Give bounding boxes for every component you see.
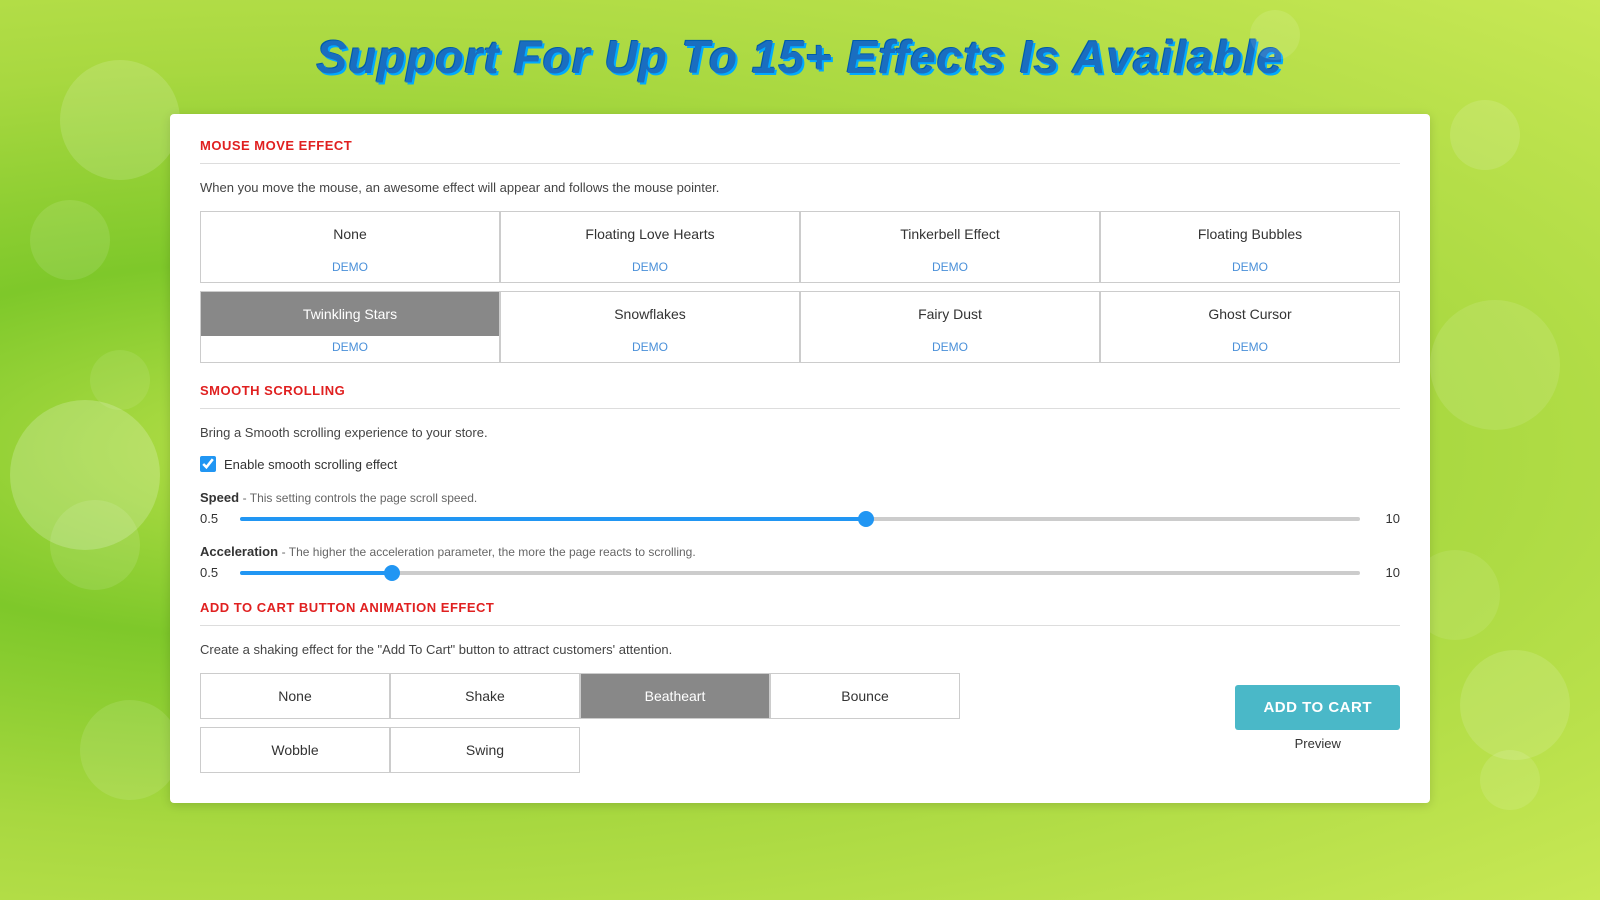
effect-cell-snowflakes: Snowflakes DEMO [500,291,800,363]
cart-section: ADD TO CART BUTTON ANIMATION EFFECT Crea… [200,600,1400,773]
mouse-divider [200,163,1400,164]
accel-slider-row: 0.5 10 [200,565,1400,580]
cart-cell-beatheart: Beatheart [580,673,770,719]
mouse-section-title: MOUSE MOVE EFFECT [200,138,1400,153]
preview-label: Preview [1235,736,1400,751]
mouse-effects-row2: Twinkling Stars DEMO Snowflakes DEMO Fai… [200,291,1400,363]
effect-demo-tinkerbell[interactable]: DEMO [932,256,968,282]
add-to-cart-button[interactable]: ADD TO CART [1235,685,1400,730]
speed-min: 0.5 [200,511,228,526]
effect-btn-ghost-cursor[interactable]: Ghost Cursor [1101,292,1399,336]
accel-label-bold: Acceleration [200,544,278,559]
page-title: Support For Up To 15+ Effects Is Availab… [0,30,1600,84]
accel-max: 10 [1372,565,1400,580]
effect-btn-floating-bubbles[interactable]: Floating Bubbles [1101,212,1399,256]
effect-cell-tinkerbell: Tinkerbell Effect DEMO [800,211,1100,283]
cart-cell-shake: Shake [390,673,580,719]
main-panel: MOUSE MOVE EFFECT When you move the mous… [170,114,1430,803]
cart-section-title: ADD TO CART BUTTON ANIMATION EFFECT [200,600,1400,615]
accel-slider[interactable] [240,571,1360,575]
speed-label-bold: Speed [200,490,239,505]
effect-btn-snowflakes[interactable]: Snowflakes [501,292,799,336]
cart-buttons-area: None Shake Beatheart Bounce Wobble [200,673,1400,773]
cart-effects-row2: Wobble Swing [200,727,1195,773]
speed-slider[interactable] [240,517,1360,521]
speed-max: 10 [1372,511,1400,526]
effect-cell-fairy-dust: Fairy Dust DEMO [800,291,1100,363]
enable-smooth-row: Enable smooth scrolling effect [200,456,1400,472]
cart-cell-bounce: Bounce [770,673,960,719]
accel-min: 0.5 [200,565,228,580]
enable-smooth-label[interactable]: Enable smooth scrolling effect [224,457,397,472]
enable-smooth-checkbox[interactable] [200,456,216,472]
effect-cell-floating-bubbles: Floating Bubbles DEMO [1100,211,1400,283]
accel-slider-group: Acceleration - The higher the accelerati… [200,544,1400,580]
effect-demo-twinkling-stars[interactable]: DEMO [332,336,368,362]
effect-btn-floating-love-hearts[interactable]: Floating Love Hearts [501,212,799,256]
effect-demo-none[interactable]: DEMO [332,256,368,282]
effect-demo-ghost-cursor[interactable]: DEMO [1232,336,1268,362]
cart-effects-row1: None Shake Beatheart Bounce [200,673,1195,719]
cart-cell-wobble: Wobble [200,727,390,773]
accel-label: Acceleration - The higher the accelerati… [200,544,1400,559]
cart-cell-none: None [200,673,390,719]
cart-options: None Shake Beatheart Bounce Wobble [200,673,1195,773]
mouse-section-desc: When you move the mouse, an awesome effe… [200,180,1400,195]
page-header: Support For Up To 15+ Effects Is Availab… [0,0,1600,104]
cart-cell-swing: Swing [390,727,580,773]
cart-divider [200,625,1400,626]
cart-btn-none[interactable]: None [201,674,389,718]
effect-btn-twinkling-stars[interactable]: Twinkling Stars [201,292,499,336]
speed-label-desc: - This setting controls the page scroll … [243,491,478,505]
effect-cell-ghost-cursor: Ghost Cursor DEMO [1100,291,1400,363]
smooth-section-desc: Bring a Smooth scrolling experience to y… [200,425,1400,440]
effect-cell-twinkling-stars: Twinkling Stars DEMO [200,291,500,363]
effect-btn-none[interactable]: None [201,212,499,256]
effect-cell-floating-love-hearts: Floating Love Hearts DEMO [500,211,800,283]
cart-btn-shake[interactable]: Shake [391,674,579,718]
mouse-effects-row1: None DEMO Floating Love Hearts DEMO Tink… [200,211,1400,283]
accel-label-desc: - The higher the acceleration parameter,… [282,545,696,559]
smooth-section-title: SMOOTH SCROLLING [200,383,1400,398]
speed-slider-group: Speed - This setting controls the page s… [200,490,1400,526]
cart-btn-wobble[interactable]: Wobble [201,728,389,772]
cart-btn-bounce[interactable]: Bounce [771,674,959,718]
effect-demo-fairy-dust[interactable]: DEMO [932,336,968,362]
speed-label: Speed - This setting controls the page s… [200,490,1400,505]
effect-btn-tinkerbell[interactable]: Tinkerbell Effect [801,212,1099,256]
effect-demo-floating-love-hearts[interactable]: DEMO [632,256,668,282]
cart-btn-beatheart[interactable]: Beatheart [581,674,769,718]
effect-demo-floating-bubbles[interactable]: DEMO [1232,256,1268,282]
smooth-section: SMOOTH SCROLLING Bring a Smooth scrollin… [200,383,1400,580]
cart-section-desc: Create a shaking effect for the "Add To … [200,642,1400,657]
effect-demo-snowflakes[interactable]: DEMO [632,336,668,362]
effect-cell-none: None DEMO [200,211,500,283]
cart-btn-swing[interactable]: Swing [391,728,579,772]
smooth-divider [200,408,1400,409]
effect-btn-fairy-dust[interactable]: Fairy Dust [801,292,1099,336]
speed-slider-row: 0.5 10 [200,511,1400,526]
cart-preview-panel: ADD TO CART Preview [1235,685,1400,751]
